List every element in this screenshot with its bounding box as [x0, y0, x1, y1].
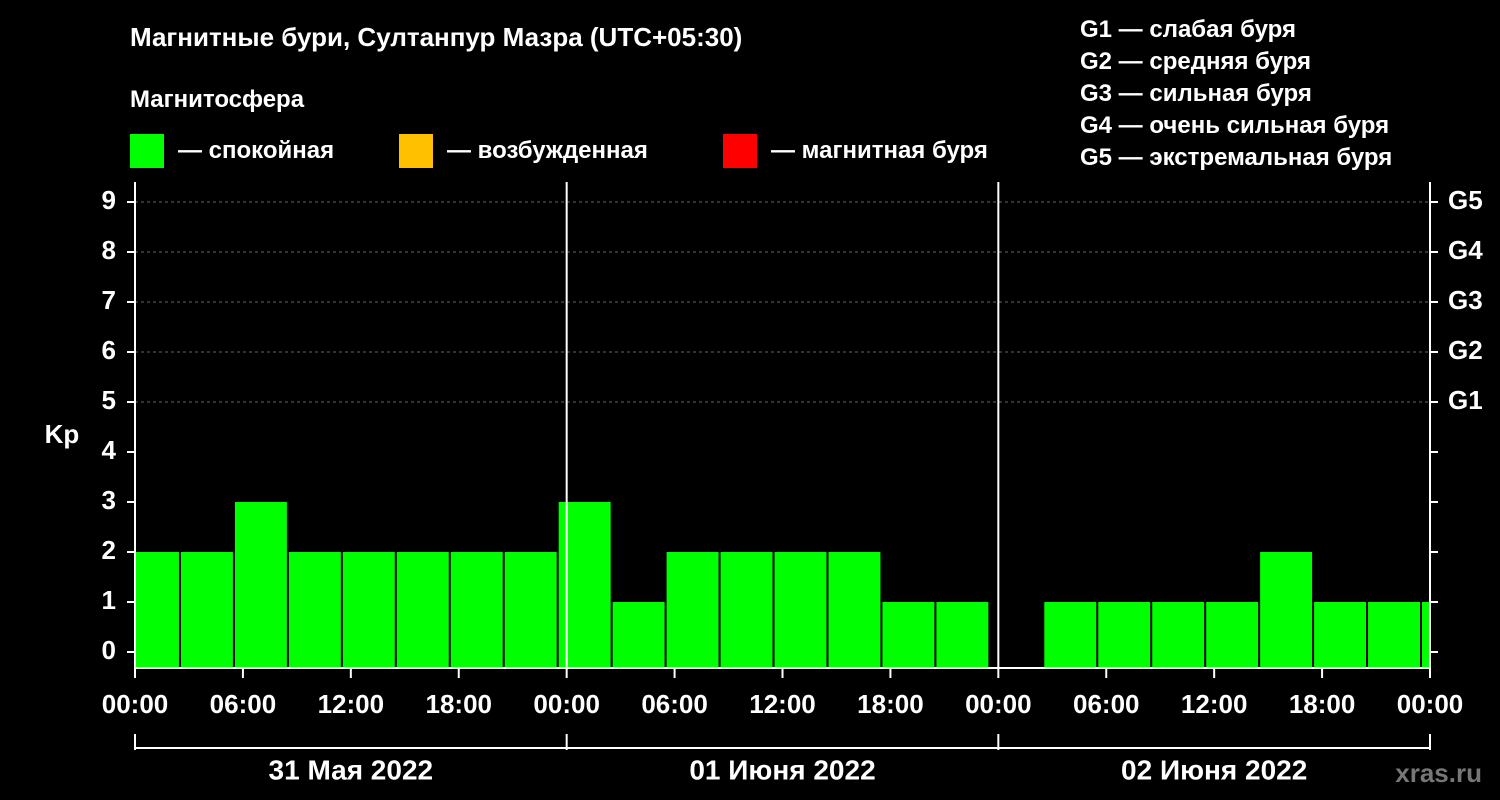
g-level-label: G2: [1448, 335, 1483, 365]
kp-bar: [504, 552, 557, 668]
kp-bar: [450, 552, 503, 668]
x-tick-label: 18:00: [426, 689, 493, 719]
y-tick-label: 3: [102, 485, 116, 515]
kp-bar: [342, 552, 395, 668]
kp-bar: [1098, 602, 1151, 668]
g-level-label: G1: [1448, 385, 1483, 415]
x-tick-label: 12:00: [318, 689, 385, 719]
kp-bar: [288, 552, 341, 668]
site-credit: xras.ru: [1395, 758, 1482, 788]
g-level-label: G5: [1448, 185, 1483, 215]
axes-layer: 0 1 2 3 4 5 6 7 8 9 G1 G2 G3 G4 G5 00:00 06:00 12:00 18:00…: [102, 182, 1483, 785]
kp-bar: [1152, 602, 1205, 668]
y-tick-label: 2: [102, 535, 116, 565]
x-tick-label: 00:00: [533, 689, 600, 719]
day-label: 01 Июня 2022: [689, 754, 875, 785]
kp-bar: [1368, 602, 1421, 668]
y-tick-label: 9: [102, 185, 116, 215]
y-tick-label: 1: [102, 585, 116, 615]
bars-layer: [136, 502, 1429, 668]
kp-bar: [1314, 602, 1367, 668]
y-tick-label: 5: [102, 385, 116, 415]
kp-bar-chart: 0 1 2 3 4 5 6 7 8 9 G1 G2 G3 G4 G5 00:00 06:00 12:00 18:00…: [45, 182, 1483, 785]
kp-bar: [882, 602, 935, 668]
day-label: 02 Июня 2022: [1121, 754, 1307, 785]
grid-lines: [135, 201, 1430, 403]
x-tick-label: 00:00: [965, 689, 1032, 719]
kp-bar: [774, 552, 827, 668]
kp-bar: [180, 552, 233, 668]
y-tick-label: 0: [102, 635, 116, 665]
kp-bar: [936, 602, 989, 668]
x-tick-label: 12:00: [1181, 689, 1248, 719]
kp-bar: [1206, 602, 1259, 668]
g-level-label: G4: [1448, 235, 1483, 265]
kp-bar: [1260, 552, 1313, 668]
kp-bar: [612, 602, 665, 668]
kp-bar: [1044, 602, 1097, 668]
x-tick-label: 18:00: [857, 689, 924, 719]
kp-bar: [720, 552, 773, 668]
day-label: 31 Мая 2022: [269, 754, 434, 785]
kp-bar: [666, 552, 719, 668]
y-tick-label: 4: [102, 435, 117, 465]
y-axis-label: Kp: [45, 419, 80, 449]
x-tick-label: 00:00: [1397, 689, 1464, 719]
y-tick-label: 7: [102, 285, 116, 315]
g-level-label: G3: [1448, 285, 1483, 315]
kp-bar: [234, 502, 287, 668]
y-tick-label: 8: [102, 235, 116, 265]
kp-bar: [1422, 602, 1429, 668]
kp-bar: [828, 552, 881, 668]
kp-bar: [136, 552, 179, 668]
kp-bar: [396, 552, 449, 668]
x-tick-label: 06:00: [1073, 689, 1140, 719]
x-tick-label: 00:00: [102, 689, 169, 719]
x-tick-label: 06:00: [641, 689, 708, 719]
x-tick-label: 06:00: [210, 689, 277, 719]
y-tick-label: 6: [102, 335, 116, 365]
x-tick-label: 12:00: [749, 689, 816, 719]
x-tick-label: 18:00: [1289, 689, 1356, 719]
